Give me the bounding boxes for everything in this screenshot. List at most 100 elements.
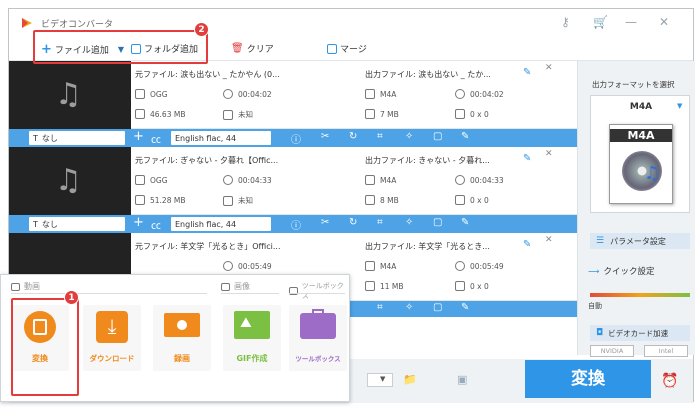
- add-subtitle-icon[interactable]: +: [133, 129, 144, 144]
- crop-icon[interactable]: ⌗: [377, 131, 383, 142]
- clock-icon: [455, 89, 465, 99]
- file-row[interactable]: ♫ 元ファイル: ぎゃない - 夕暮れ【Offic... OGG 00:04:3…: [9, 147, 577, 215]
- gif-maker-tile[interactable]: ⛰ GIF作成: [223, 305, 281, 371]
- crop-icon[interactable]: ⌗: [377, 217, 383, 228]
- cc-icon[interactable]: ㏄: [151, 131, 161, 146]
- chevron-down-icon[interactable]: ▼: [677, 102, 682, 110]
- effects-icon[interactable]: ✧: [405, 302, 413, 313]
- format-name: M4A: [629, 102, 653, 112]
- folder-icon[interactable]: 📁: [403, 373, 417, 386]
- merge-button[interactable]: マージ: [327, 42, 367, 55]
- m4a-file-icon: M4A ♫: [609, 124, 673, 204]
- clear-button[interactable]: 🗑 クリア: [231, 42, 274, 55]
- output-duration: 00:05:49: [455, 261, 504, 271]
- clock-icon: [223, 261, 233, 271]
- auto-label: 自動: [588, 302, 602, 310]
- video-icon: [11, 282, 20, 291]
- source-resolution: 未知: [223, 195, 253, 206]
- download-tile[interactable]: ⤓ ダウンロード: [83, 305, 141, 371]
- rotate-icon[interactable]: ↻: [349, 131, 357, 142]
- file-thumbnail: ♫: [9, 147, 131, 215]
- source-filename: 元ファイル: ぎゃない - 夕暮れ【Offic...: [135, 156, 279, 165]
- output-resolution: 0 x 0: [455, 109, 489, 119]
- add-subtitle-icon[interactable]: +: [133, 215, 144, 230]
- rotate-icon[interactable]: ↻: [349, 217, 357, 228]
- source-duration: 00:04:02: [223, 89, 272, 99]
- chip-icon: ◘: [596, 328, 604, 338]
- output-format: M4A: [365, 175, 396, 185]
- output-format: M4A: [365, 89, 396, 99]
- audio-track-select[interactable]: English flac, 44: [171, 131, 271, 145]
- gpu-acceleration-toggle[interactable]: ◘ ビデオカード加速: [590, 325, 690, 341]
- format-selector[interactable]: M4A ▼ M4A ♫: [590, 95, 690, 213]
- output-filename: 出力ファイル: 羊文学「光るとき...: [365, 242, 490, 251]
- key-icon[interactable]: ⚷: [561, 15, 570, 29]
- minimize-icon[interactable]: —: [625, 15, 637, 29]
- output-resolution: 0 x 0: [455, 195, 489, 205]
- record-tile[interactable]: 録画: [153, 305, 211, 371]
- parameter-settings-button[interactable]: ☰ パラメータ設定: [590, 233, 690, 249]
- category-image: 画像: [221, 281, 250, 292]
- output-folder-select[interactable]: ▼: [367, 373, 393, 387]
- subtitle-select[interactable]: T なし: [29, 217, 125, 231]
- resolution-icon: [223, 109, 233, 120]
- remove-icon[interactable]: ✕: [545, 149, 553, 159]
- toolbox-tile[interactable]: ツールボックス: [289, 305, 347, 371]
- close-icon[interactable]: ✕: [659, 15, 669, 29]
- info-icon[interactable]: ⓘ: [291, 131, 301, 146]
- format-icon: [365, 175, 375, 185]
- cart-icon[interactable]: 🛒: [593, 15, 608, 29]
- subtitle-edit-icon[interactable]: ✎: [461, 217, 469, 228]
- quality-slider[interactable]: [590, 293, 690, 297]
- output-resolution: 0 x 0: [455, 281, 489, 291]
- effects-icon[interactable]: ✧: [405, 131, 413, 142]
- clock-icon: [455, 261, 465, 271]
- alarm-clock-icon[interactable]: ⏰: [661, 373, 678, 389]
- image-icon: [221, 282, 230, 291]
- format-icon: [365, 261, 375, 271]
- watermark-icon[interactable]: ▢: [433, 131, 442, 142]
- remove-icon[interactable]: ✕: [545, 63, 553, 73]
- annotation-highlight-convert: [11, 298, 79, 396]
- crop-icon[interactable]: ⌗: [377, 302, 383, 313]
- edit-icon[interactable]: ✎: [523, 153, 531, 164]
- resolution-icon: [455, 195, 465, 205]
- quick-settings-icon: ⟶: [588, 266, 600, 276]
- info-icon[interactable]: ⓘ: [291, 217, 301, 232]
- download-icon: ⤓: [96, 311, 128, 343]
- watermark-icon[interactable]: ▢: [433, 217, 442, 228]
- remove-icon[interactable]: ✕: [545, 235, 553, 245]
- format-icon: [365, 89, 375, 99]
- open-output-icon[interactable]: ▣: [457, 373, 467, 386]
- text-icon: T: [33, 219, 38, 229]
- edit-icon[interactable]: ✎: [523, 67, 531, 78]
- effects-icon[interactable]: ✧: [405, 217, 413, 228]
- clock-icon: [223, 175, 233, 185]
- app-logo-icon: [22, 18, 32, 28]
- output-duration: 00:04:33: [455, 175, 504, 185]
- output-format: M4A: [365, 261, 396, 271]
- source-duration: 00:05:49: [223, 261, 272, 271]
- watermark-icon[interactable]: ▢: [433, 302, 442, 313]
- category-video: 動画: [11, 281, 40, 292]
- toolbox-icon: [300, 309, 336, 339]
- app-title: ビデオコンバータ: [41, 20, 114, 30]
- cut-icon[interactable]: ✂: [321, 131, 329, 142]
- subtitle-edit-icon[interactable]: ✎: [461, 302, 469, 313]
- edit-icon[interactable]: ✎: [523, 239, 531, 250]
- subtitle-edit-icon[interactable]: ✎: [461, 131, 469, 142]
- cut-icon[interactable]: ✂: [321, 217, 329, 228]
- convert-button[interactable]: 変換: [525, 360, 651, 398]
- trash-icon: 🗑: [231, 43, 244, 54]
- source-filename: 元ファイル: 涙も出ない _ たかやん (0...: [135, 70, 280, 79]
- text-icon: T: [33, 133, 38, 143]
- output-format-label: 出力フォーマットを選択: [592, 80, 675, 89]
- cc-icon[interactable]: ㏄: [151, 217, 161, 232]
- source-format: OGG: [135, 175, 168, 185]
- nvidia-badge: NVIDIA: [590, 345, 634, 357]
- subtitle-select[interactable]: T なし: [29, 131, 125, 145]
- audio-track-select[interactable]: English flac, 44: [171, 217, 271, 231]
- clock-icon: [223, 89, 233, 99]
- intel-badge: Intel: [644, 345, 688, 357]
- file-row[interactable]: ♫ 元ファイル: 涙も出ない _ たかやん (0... OGG 00:04:02…: [9, 61, 577, 129]
